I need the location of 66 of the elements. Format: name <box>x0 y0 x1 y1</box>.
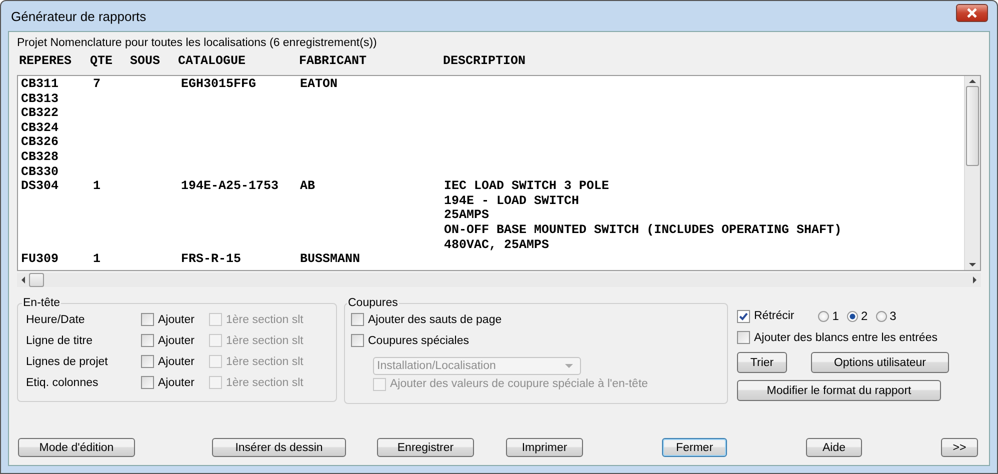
report-cell: 1 <box>93 179 101 194</box>
option-label: Lignes de projet <box>26 356 109 368</box>
column-header: SOUS <box>130 54 160 68</box>
report-cell: IEC LOAD SWITCH 3 POLE <box>444 179 610 194</box>
report-cell: BUSSMANN <box>300 252 360 266</box>
report-cell: CB313 <box>21 92 59 106</box>
report-cell: ON-OFF BASE MOUNTED SWITCH (INCLUDES OPERATING SHAFT) <box>444 222 842 237</box>
special-breaks-checkbox[interactable]: Coupures spéciales <box>351 330 719 351</box>
report-cell: FRS-R-15 <box>181 252 242 266</box>
size-radio[interactable]: 1 <box>818 309 839 323</box>
report-cell: 194E - LOAD SWITCH <box>444 194 580 208</box>
vertical-scrollbar[interactable] <box>964 76 980 270</box>
report-cell: 1 <box>93 252 101 266</box>
check-icon <box>738 310 749 322</box>
blank-lines-checkbox[interactable]: Ajouter des blancs entre les entrées <box>737 327 949 348</box>
report-cell: CB322 <box>21 106 59 120</box>
footer-button[interactable]: Mode d'édition <box>18 438 135 457</box>
report-cell: FU309 <box>21 252 59 266</box>
option-label: Etiq. colonnes <box>26 376 100 388</box>
footer-button[interactable]: Insérer ds dessin <box>212 438 346 457</box>
report-cell: CB330 <box>21 164 59 179</box>
scroll-thumb[interactable] <box>966 86 979 166</box>
option-label: Ligne de titre <box>26 334 94 346</box>
report-cell: DS304 <box>21 179 59 194</box>
add-checkbox[interactable]: Ajouter <box>141 334 209 347</box>
footer-button[interactable]: Imprimer <box>506 438 583 457</box>
footer-button[interactable]: Fermer <box>662 438 727 457</box>
report-cell: 480VAC, 25AMPS <box>444 238 550 252</box>
column-header: CATALOGUE <box>178 54 246 68</box>
group-title: Coupures <box>347 297 399 309</box>
report-cell: EATON <box>300 77 338 91</box>
close-button[interactable] <box>956 4 988 22</box>
option-button[interactable]: Options utilisateur <box>811 352 949 373</box>
group-title: En-tête <box>22 297 62 309</box>
column-header: QTE <box>90 54 113 68</box>
add-checkbox[interactable]: Ajouter <box>141 355 209 368</box>
page-breaks-checkbox[interactable]: Ajouter des sauts de page <box>351 309 719 330</box>
add-checkbox[interactable]: Ajouter <box>141 376 209 389</box>
report-cell: 25AMPS <box>444 208 490 222</box>
report-cell: CB324 <box>21 120 59 135</box>
footer-button[interactable]: >> <box>941 438 978 457</box>
report-cell: 194E-A25-1753 <box>181 179 279 194</box>
column-header: FABRICANT <box>299 54 367 68</box>
format-button[interactable]: Modifier le format du rapport <box>737 380 941 401</box>
footer-button[interactable]: Enregistrer <box>377 438 474 457</box>
caret-icon <box>564 363 574 369</box>
report-cell: EGH3015FFG <box>181 77 256 91</box>
scroll-thumb[interactable] <box>29 273 44 287</box>
report-cell: CB328 <box>21 150 59 164</box>
report-cell: CB311 <box>21 77 59 91</box>
add-checkbox[interactable]: Ajouter <box>141 313 209 326</box>
column-header: DESCRIPTION <box>443 54 526 68</box>
option-button[interactable]: Trier <box>737 352 787 373</box>
window-title: Générateur de rapports <box>10 8 146 24</box>
size-radio[interactable]: 3 <box>876 309 896 323</box>
horizontal-scrollbar[interactable] <box>17 273 981 287</box>
project-line: Projet Nomenclature pour toutes les localisations (6 enregistrement(s)) <box>17 36 377 51</box>
report-cell: 7 <box>93 77 101 91</box>
footer-button[interactable]: Aide <box>806 438 862 457</box>
shrink-checkbox[interactable]: Rétrécir <box>737 310 794 322</box>
close-icon <box>965 7 979 19</box>
report-cell: CB326 <box>21 135 59 150</box>
size-radio[interactable]: 2 <box>846 309 868 323</box>
report-cell: AB <box>300 179 316 194</box>
column-header: REPERES <box>19 54 72 68</box>
option-label: Heure/Date <box>26 314 86 326</box>
